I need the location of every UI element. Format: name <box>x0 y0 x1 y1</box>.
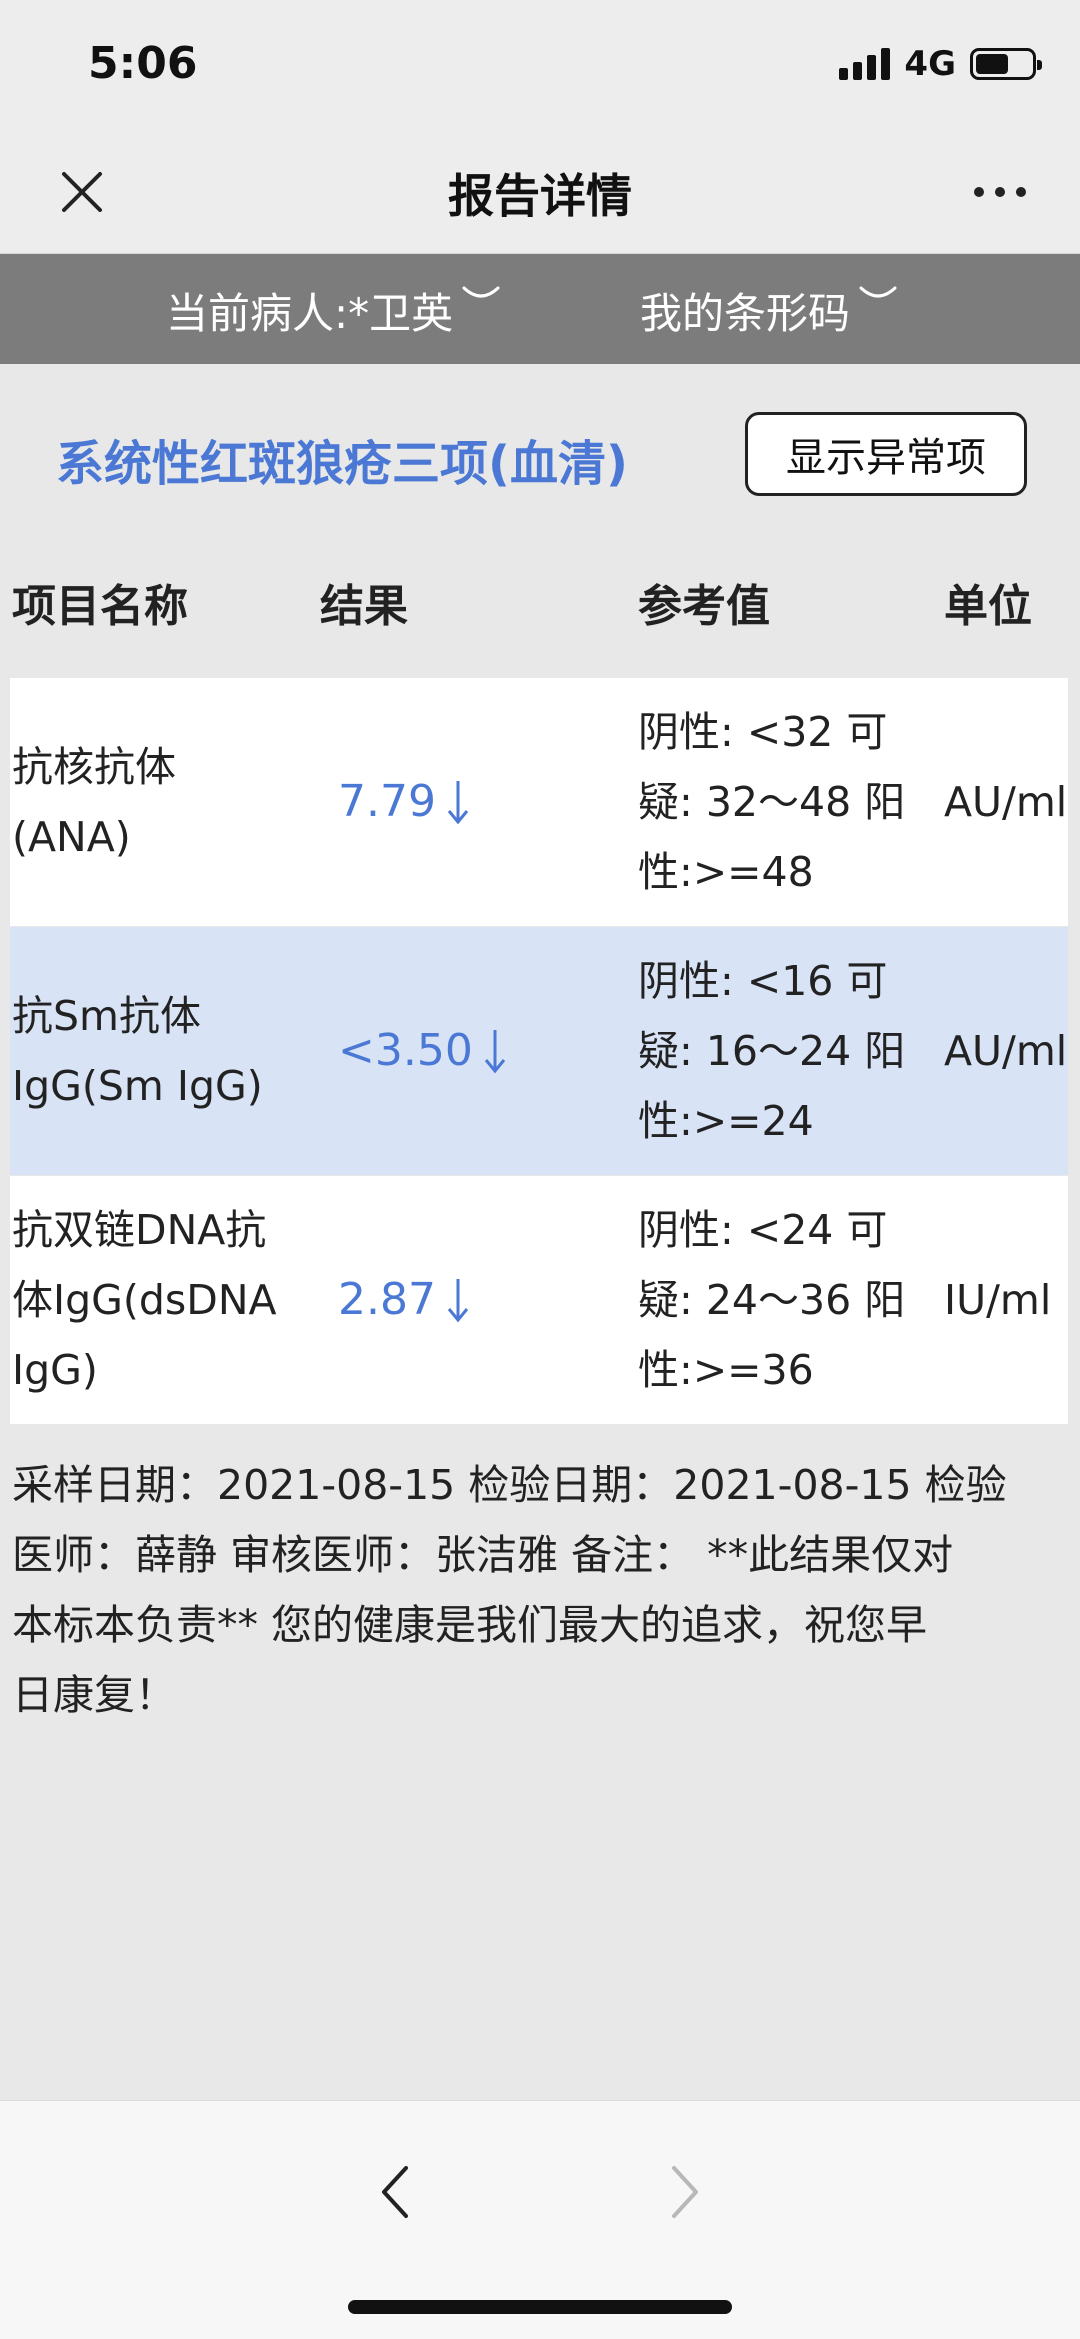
table-header: 项目名称 结果 参考值 单位 <box>0 570 1080 640</box>
signal-icon <box>839 48 891 80</box>
arrow-down-icon <box>484 1030 506 1074</box>
status-indicators: 4G <box>839 44 1042 84</box>
header-name: 项目名称 <box>12 581 188 632</box>
item-reference: 阴性: <32 可 疑: 32～48 阳 性:>=48 <box>638 708 906 896</box>
header-unit: 单位 <box>944 581 1032 632</box>
item-name: 抗核抗体 (ANA) <box>12 743 176 861</box>
arrow-down-icon <box>447 781 469 825</box>
item-result: 7.79 <box>338 678 628 926</box>
show-abnormal-button[interactable]: 显示异常项 <box>745 412 1027 496</box>
back-button[interactable] <box>360 2157 430 2227</box>
item-name: 抗双链DNA抗 体IgG(dsDNA IgG) <box>12 1206 277 1394</box>
battery-level <box>976 54 1008 74</box>
chevron-right-icon <box>672 2166 698 2218</box>
header-ref: 参考值 <box>638 581 770 632</box>
item-unit: AU/ml <box>944 1027 1068 1075</box>
item-unit: IU/ml <box>944 1276 1052 1324</box>
table-row: 抗双链DNA抗 体IgG(dsDNA IgG) 2.87 阴性: <24 可 疑… <box>10 1176 1068 1424</box>
status-time: 5:06 <box>88 38 198 89</box>
report-title: 系统性红斑狼疮三项(血清) <box>56 436 628 492</box>
chevron-down-icon <box>859 286 897 298</box>
patient-selector[interactable]: 当前病人:*卫英 <box>166 280 501 341</box>
network-type: 4G <box>904 44 956 84</box>
page-title: 报告详情 <box>448 169 632 223</box>
item-unit: AU/ml <box>944 778 1068 826</box>
forward-button[interactable] <box>650 2157 720 2227</box>
table-row: 抗核抗体 (ANA) 7.79 阴性: <32 可 疑: 32～48 阳 性:>… <box>10 678 1068 926</box>
battery-icon <box>970 48 1042 80</box>
chevron-left-icon <box>382 2166 408 2218</box>
more-icon <box>974 187 984 197</box>
home-indicator[interactable] <box>348 2300 732 2314</box>
report-note: 采样日期：2021-08-15 检验日期：2021-08-15 检验 医师：薛静… <box>12 1461 1007 1719</box>
arrow-down-icon <box>447 1279 469 1323</box>
more-button[interactable] <box>960 160 1040 224</box>
table-row: 抗Sm抗体 IgG(Sm IgG) <3.50 阴性: <16 可 疑: 16～… <box>10 927 1068 1175</box>
barcode-selector-label: 我的条形码 <box>640 289 851 338</box>
item-result: <3.50 <box>338 927 628 1175</box>
item-result: 2.87 <box>338 1176 628 1424</box>
chevron-down-icon <box>462 286 500 298</box>
item-name: 抗Sm抗体 IgG(Sm IgG) <box>12 992 263 1110</box>
report-detail-screen: 5:06 4G 报告详情 当前病人:*卫英 我的条形码 系统性红斑狼疮三项(血清… <box>0 0 1080 2339</box>
item-reference: 阴性: <16 可 疑: 16～24 阳 性:>=24 <box>638 957 906 1145</box>
nav-bar: 报告详情 <box>0 130 1080 254</box>
barcode-selector[interactable]: 我的条形码 <box>640 280 898 341</box>
patient-selector-label: 当前病人:*卫英 <box>166 289 454 338</box>
patient-bar: 当前病人:*卫英 我的条形码 <box>0 254 1080 364</box>
header-result: 结果 <box>320 581 408 632</box>
item-reference: 阴性: <24 可 疑: 24～36 阳 性:>=36 <box>638 1206 906 1394</box>
status-bar: 5:06 4G <box>0 0 1080 130</box>
